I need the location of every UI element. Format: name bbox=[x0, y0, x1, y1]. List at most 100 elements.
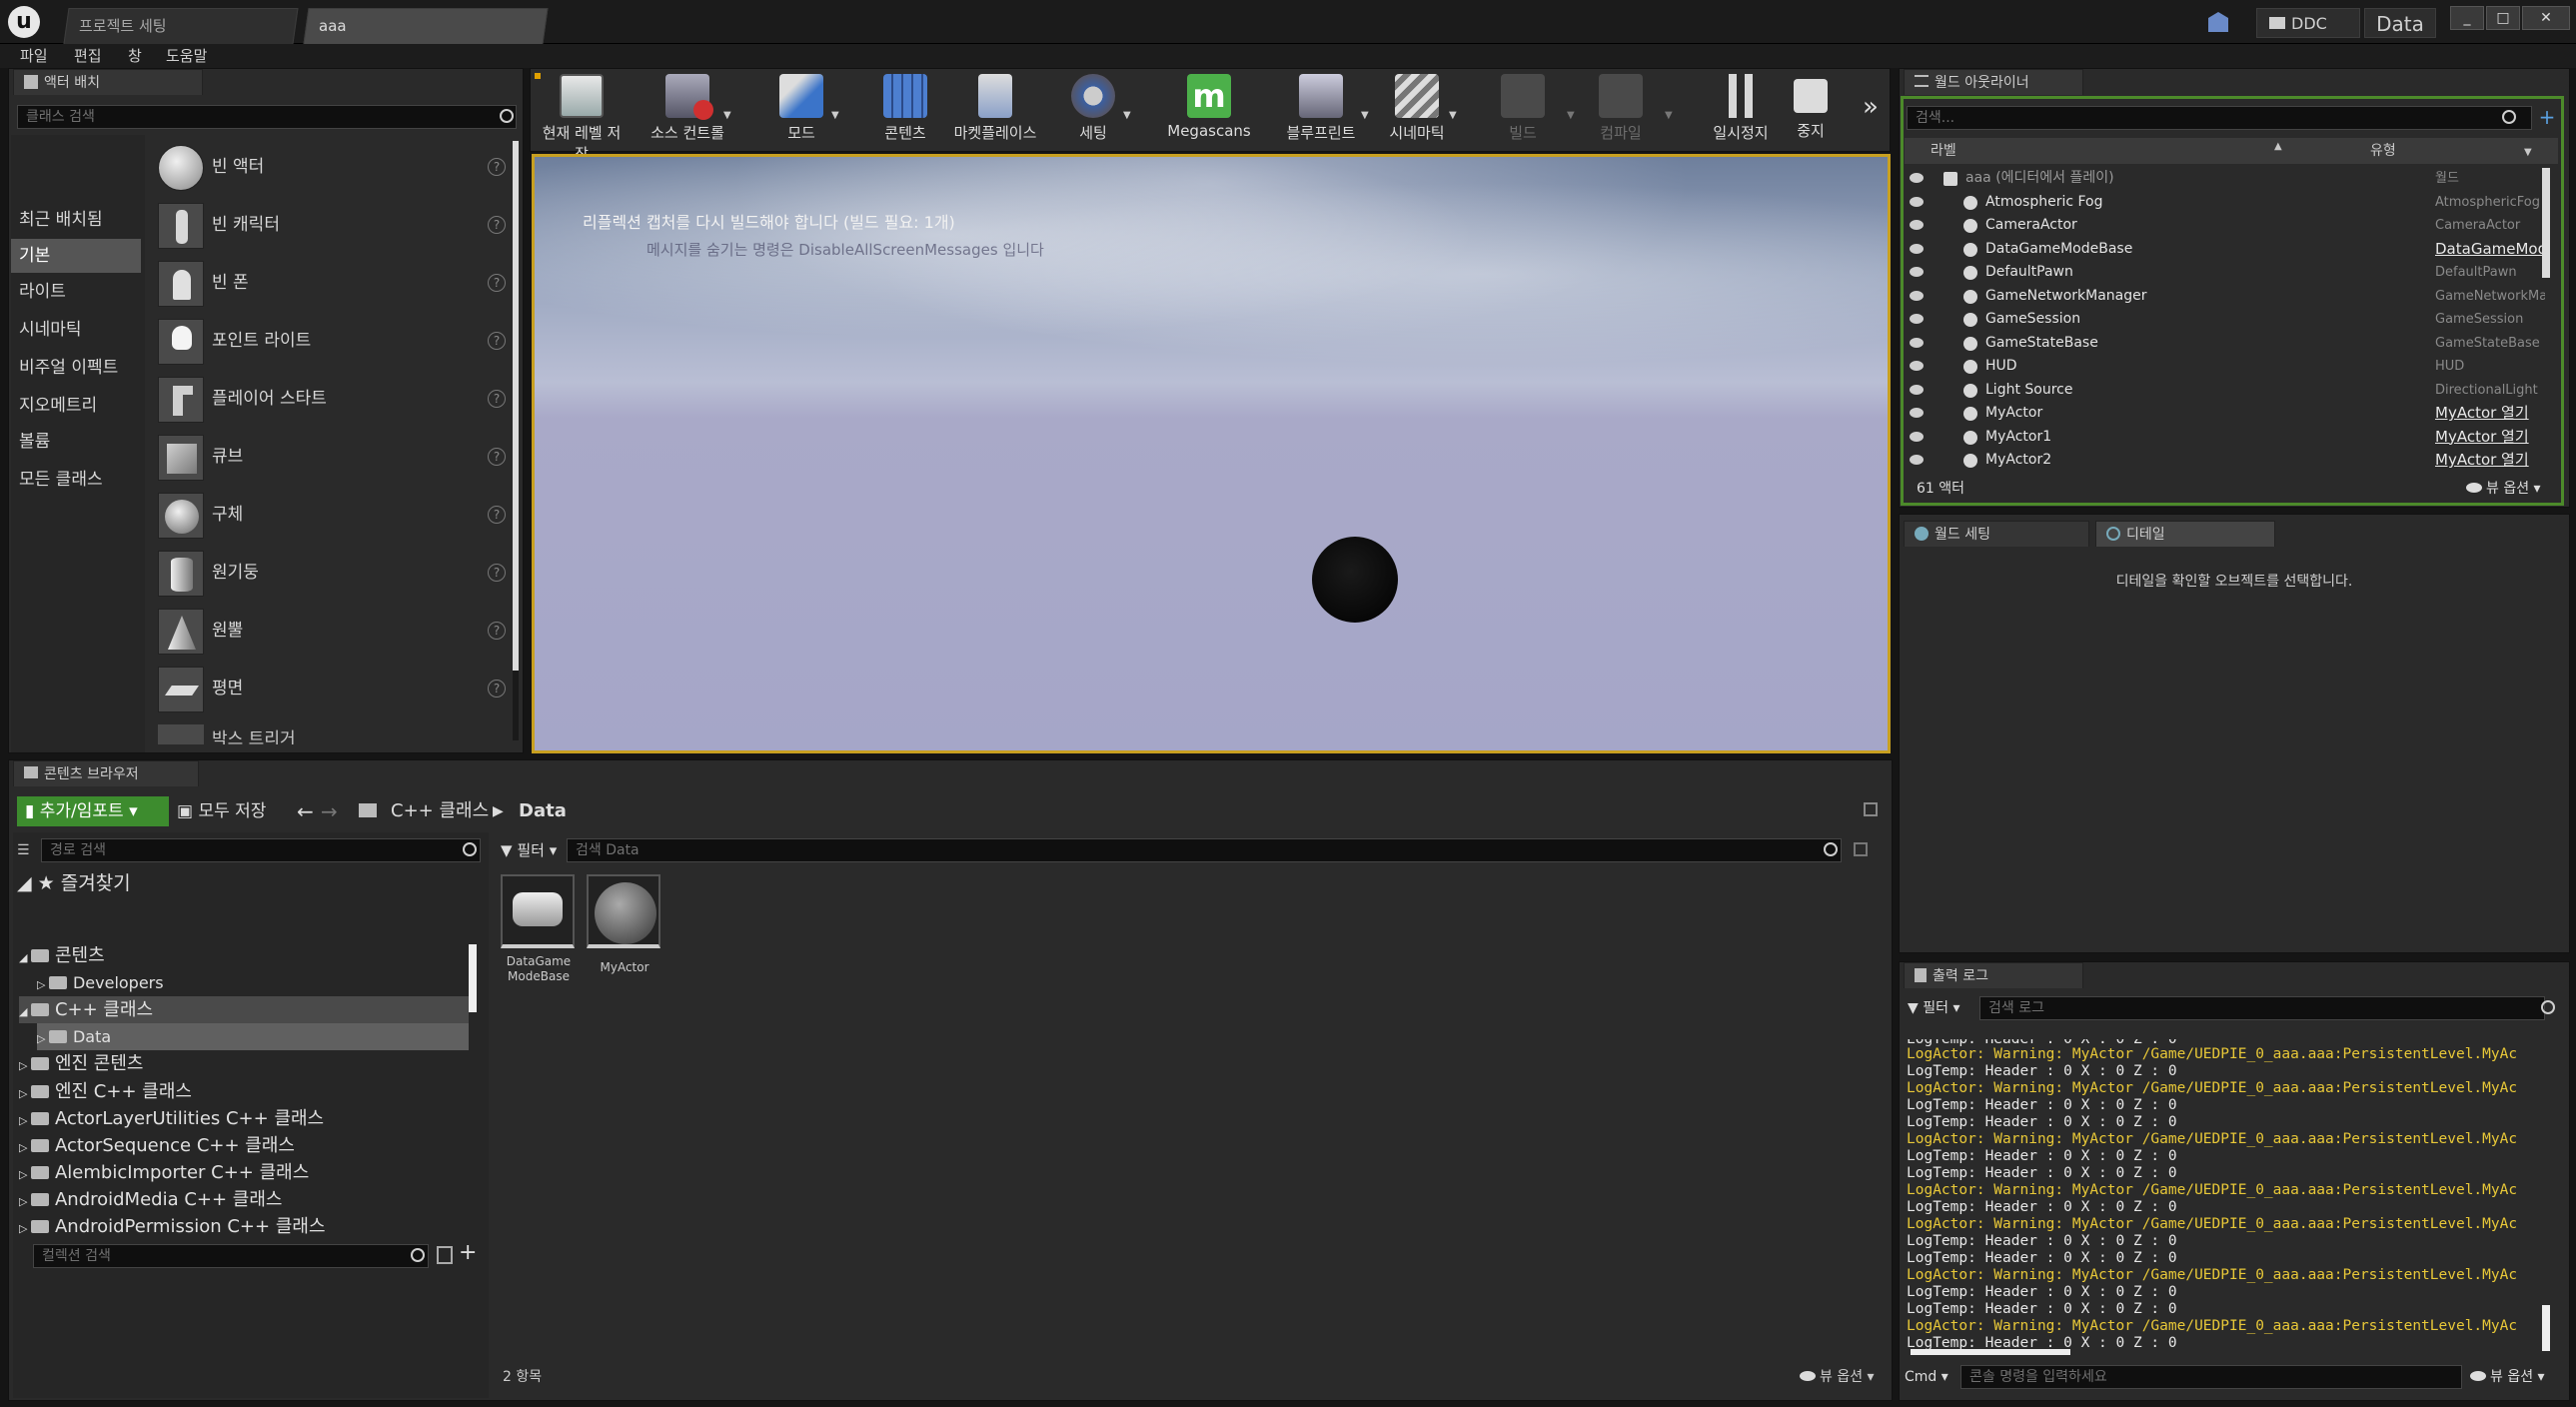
source-control-dropdown-icon[interactable]: ▼ bbox=[723, 110, 731, 121]
visibility-eye-icon[interactable] bbox=[1910, 196, 1924, 207]
tab-content-browser[interactable]: 콘텐츠 브라우저 bbox=[13, 760, 199, 786]
save-level-button[interactable]: 현재 레벨 저장 bbox=[540, 72, 624, 163]
class-search-input[interactable]: 클래스 검색 bbox=[17, 105, 517, 129]
tab-place-actors[interactable]: 액터 배치 bbox=[13, 69, 203, 95]
cinematics-button[interactable]: 시네마틱 bbox=[1375, 72, 1459, 146]
build-dropdown-icon[interactable]: ▼ bbox=[1567, 110, 1575, 121]
actor-item-empty-pawn[interactable]: 빈 폰 ? bbox=[154, 255, 514, 311]
menu-file[interactable]: 파일 bbox=[20, 44, 48, 68]
outliner-row[interactable]: Atmospheric Fog AtmosphericFog bbox=[1902, 191, 2551, 215]
column-dropdown-icon[interactable]: ▼ bbox=[2524, 140, 2532, 166]
log-scrollbar[interactable] bbox=[2542, 1305, 2550, 1351]
settings-button[interactable]: 세팅 bbox=[1051, 72, 1135, 146]
expand-arrow-icon[interactable]: ▷ bbox=[19, 1087, 31, 1100]
build-button[interactable]: 빌드 bbox=[1481, 72, 1565, 146]
tab-output-log[interactable]: 출력 로그 bbox=[1904, 962, 2083, 988]
maximize-button[interactable]: □ bbox=[2486, 6, 2520, 30]
tab-world-outliner[interactable]: 월드 아웃라이너 bbox=[1904, 69, 2083, 95]
tab-level-aaa[interactable]: aaa bbox=[303, 8, 549, 44]
outliner-row[interactable]: DefaultPawn DefaultPawn bbox=[1902, 261, 2551, 285]
add-collection-icon[interactable]: + bbox=[459, 1240, 477, 1265]
category-geometry[interactable]: 지오메트리 bbox=[11, 389, 141, 423]
tree-folder-item[interactable]: ▷ Data bbox=[37, 1023, 469, 1051]
visibility-eye-icon[interactable] bbox=[1910, 455, 1924, 466]
content-button[interactable]: 콘텐츠 bbox=[863, 72, 947, 146]
actor-item-plane[interactable]: 평면 ? bbox=[154, 661, 514, 716]
open-class-link[interactable]: DataGameModeBase 열기 bbox=[2435, 238, 2545, 261]
expand-arrow-icon[interactable]: ▷ bbox=[19, 1168, 31, 1181]
help-icon[interactable]: ? bbox=[488, 158, 506, 176]
tree-folder-item[interactable]: ◢ C++ 클래스 bbox=[19, 996, 469, 1024]
expand-arrow-icon[interactable]: ▷ bbox=[19, 1141, 31, 1154]
add-import-button[interactable]: ▮ 추가/임포트 ▾ bbox=[17, 796, 169, 826]
cmd-dropdown[interactable]: Cmd ▾ bbox=[1905, 1365, 1948, 1389]
marketplace-button[interactable]: 마켓플레이스 bbox=[945, 72, 1045, 146]
forward-icon[interactable]: → bbox=[321, 796, 338, 826]
category-visual-effects[interactable]: 비주얼 이펙트 bbox=[11, 351, 141, 385]
compile-dropdown-icon[interactable]: ▼ bbox=[1665, 110, 1673, 121]
tree-folder-item[interactable]: ▷ AndroidPermission C++ 클래스 bbox=[19, 1213, 469, 1240]
help-icon[interactable]: ? bbox=[488, 448, 506, 466]
category-recent[interactable]: 최근 배치됨 bbox=[11, 203, 141, 237]
open-class-link[interactable]: MyActor 열기 bbox=[2435, 426, 2545, 449]
expand-arrow-icon[interactable]: ◢ bbox=[19, 1005, 31, 1018]
modes-button[interactable]: 모드 bbox=[759, 72, 843, 146]
asset-view-options-button[interactable]: 뷰 옵션 ▾ bbox=[1800, 1366, 1875, 1386]
tree-folder-item[interactable]: ◢ 콘텐츠 bbox=[19, 942, 469, 969]
open-class-link[interactable]: MyActor 열기 bbox=[2435, 449, 2545, 472]
unreal-logo-icon[interactable]: u bbox=[8, 6, 40, 38]
open-class-link[interactable]: MyActor 열기 bbox=[2435, 402, 2545, 425]
collections-list-icon[interactable] bbox=[437, 1246, 453, 1264]
ddc-button[interactable]: DDC bbox=[2256, 8, 2360, 38]
outliner-row[interactable]: DataGameModeBase DataGameModeBase 열기 bbox=[1902, 238, 2551, 262]
actor-item-empty-character[interactable]: 빈 캐릭터 ? bbox=[154, 197, 514, 253]
console-input[interactable]: 콘솔 명령을 입력하세요 bbox=[1960, 1365, 2462, 1389]
outliner-row[interactable]: GameStateBase GameStateBase bbox=[1902, 332, 2551, 356]
cinematics-dropdown-icon[interactable]: ▼ bbox=[1449, 110, 1457, 121]
outliner-search-input[interactable]: 검색... bbox=[1907, 106, 2532, 130]
log-search-input[interactable]: 검색 로그 bbox=[1979, 996, 2545, 1020]
asset-search-input[interactable]: 검색 Data bbox=[567, 838, 1842, 862]
outliner-row[interactable]: HUD HUD bbox=[1902, 355, 2551, 379]
log-filter-button[interactable]: ▼ 필터 ▾ bbox=[1908, 996, 1959, 1020]
tree-folder-item[interactable]: ▷ Developers bbox=[37, 969, 469, 996]
visibility-eye-icon[interactable] bbox=[1910, 220, 1924, 231]
column-label-header[interactable]: 라벨 bbox=[1931, 138, 1956, 164]
back-icon[interactable]: ← bbox=[297, 796, 314, 826]
asset-datagamemodebase[interactable]: DataGame ModeBase bbox=[501, 874, 577, 994]
collection-search-input[interactable]: 컬렉션 검색 bbox=[33, 1244, 429, 1268]
sources-toggle-icon[interactable]: ☰ bbox=[17, 842, 30, 858]
actor-item-player-start[interactable]: 플레이어 스타트 ? bbox=[154, 371, 514, 427]
menu-window[interactable]: 창 bbox=[128, 44, 142, 68]
expand-arrow-icon[interactable]: ▷ bbox=[37, 978, 49, 991]
category-basic[interactable]: 기본 bbox=[11, 239, 141, 273]
actor-item-cone[interactable]: 원뿔 ? bbox=[154, 603, 514, 659]
expand-arrow-icon[interactable]: ▷ bbox=[37, 1032, 49, 1045]
stop-button[interactable]: 중지 bbox=[1769, 72, 1853, 146]
outliner-row[interactable]: MyActor2 MyActor 열기 bbox=[1902, 449, 2551, 473]
breadcrumb-data[interactable]: Data bbox=[519, 796, 567, 826]
tab-world-settings[interactable]: 월드 세팅 bbox=[1904, 521, 2089, 547]
asset-filter-button[interactable]: ▼ 필터 ▾ bbox=[501, 838, 557, 862]
help-icon[interactable]: ? bbox=[488, 332, 506, 350]
path-search-input[interactable]: 경로 검색 bbox=[41, 838, 481, 862]
column-type-header[interactable]: 유형 bbox=[2370, 138, 2396, 164]
visibility-eye-icon[interactable] bbox=[1910, 267, 1924, 278]
modes-dropdown-icon[interactable]: ▼ bbox=[831, 110, 839, 121]
help-icon[interactable]: ? bbox=[488, 274, 506, 292]
actor-item-point-light[interactable]: 포인트 라이트 ? bbox=[154, 313, 514, 369]
log-horizontal-scrollbar[interactable] bbox=[1911, 1349, 2070, 1355]
tree-folder-item[interactable]: ▷ ActorLayerUtilities C++ 클래스 bbox=[19, 1105, 469, 1132]
asset-myactor[interactable]: MyActor bbox=[587, 874, 662, 994]
category-volumes[interactable]: 볼륨 bbox=[11, 425, 141, 459]
minimize-button[interactable]: _ bbox=[2450, 6, 2484, 30]
lock-icon[interactable] bbox=[1864, 802, 1878, 816]
blueprints-dropdown-icon[interactable]: ▼ bbox=[1361, 110, 1369, 121]
outliner-row[interactable]: MyActor MyActor 열기 bbox=[1902, 402, 2551, 426]
tab-project-settings[interactable]: 프로젝트 세팅 bbox=[63, 8, 299, 44]
expand-arrow-icon[interactable]: ▷ bbox=[19, 1222, 31, 1235]
menu-edit[interactable]: 편집 bbox=[74, 44, 102, 68]
actor-item-box-trigger[interactable]: 박스 트리거 bbox=[154, 718, 510, 744]
outliner-row[interactable]: Light Source DirectionalLight bbox=[1902, 379, 2551, 403]
megascans-button[interactable]: m Megascans bbox=[1159, 72, 1259, 146]
